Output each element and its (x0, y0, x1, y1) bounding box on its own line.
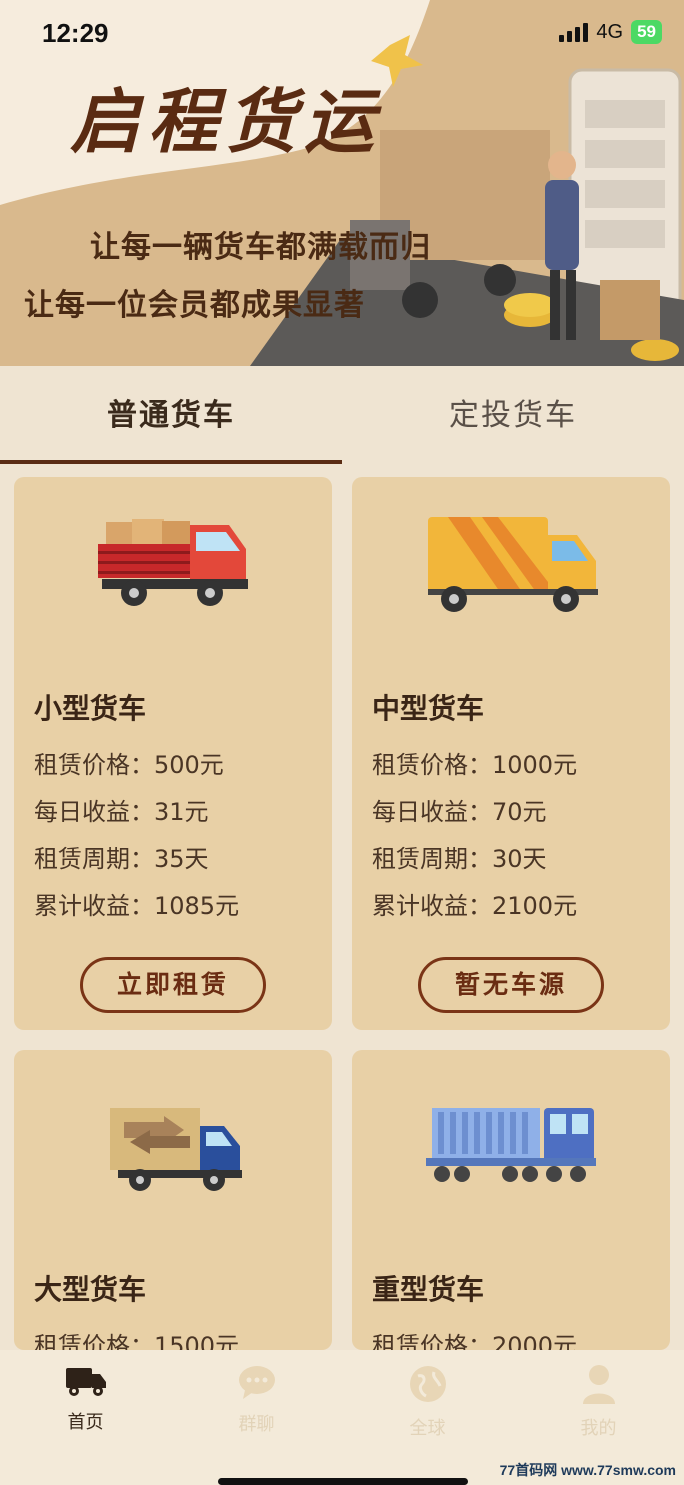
rental-period: 租赁周期：35天 (34, 845, 209, 873)
total-income: 累计收益：1085元 (34, 892, 240, 920)
tab-fixed-truck[interactable]: 定投货车 (342, 366, 684, 464)
truck-icon (65, 1368, 106, 1396)
card-title: 大型货车 (34, 1273, 147, 1306)
status-time: 12:29 (42, 18, 109, 48)
no-vehicle-button[interactable]: 暂无车源 (418, 957, 604, 1013)
battery-icon: 59 (631, 20, 662, 44)
nav-mine-label: 我的 (580, 1418, 617, 1439)
slogan-line-1: 让每一辆货车都满载而归 (90, 230, 431, 265)
daily-income: 每日收益：31元 (34, 798, 209, 826)
hero-banner: 12:29 4G 59 启程货运 让每一辆货车都满载而归 让每一位会员都成果显著 (0, 0, 684, 366)
truck-card-small: 小型货车 租赁价格：500元 每日收益：31元 租赁周期：35天 累计收益：10… (14, 477, 332, 1030)
total-income: 累计收益：2100元 (372, 892, 578, 920)
nav-group-chat-label: 群聊 (238, 1414, 275, 1435)
nav-home[interactable]: 首页 (0, 1360, 171, 1460)
rental-period: 租赁周期：30天 (372, 845, 547, 873)
user-icon (582, 1365, 615, 1404)
status-indicators: 4G 59 (559, 20, 662, 44)
brand-title: 启程货运 (70, 80, 382, 163)
truck-card-large: 大型货车 租赁价格：1500元 (14, 1050, 332, 1360)
watermark: 77首码网 www.77smw.com (499, 1462, 676, 1478)
rent-now-button[interactable]: 立即租赁 (80, 957, 266, 1013)
daily-income: 每日收益：70元 (372, 798, 547, 826)
medium-yellow-truck-icon (428, 517, 598, 612)
home-indicator (218, 1478, 468, 1485)
globe-icon (409, 1366, 446, 1402)
truck-card-medium: 中型货车 租赁价格：1000元 每日收益：70元 租赁周期：30天 累计收益：2… (352, 477, 670, 1030)
card-title: 重型货车 (372, 1273, 485, 1306)
nav-mine[interactable]: 我的 (513, 1360, 684, 1460)
card-title: 中型货车 (372, 692, 485, 725)
network-type: 4G (596, 20, 624, 43)
large-blue-truck-icon (110, 1108, 242, 1191)
slogan-line-2: 让每一位会员都成果显著 (24, 288, 365, 323)
nav-group-chat[interactable]: 群聊 (171, 1360, 342, 1460)
tab-normal-truck[interactable]: 普通货车 (0, 366, 342, 464)
nav-global[interactable]: 全球 (342, 1360, 513, 1460)
truck-card-heavy: 重型货车 租赁价格：2000元 (352, 1050, 670, 1360)
heavy-container-truck-icon (426, 1108, 596, 1182)
card-title: 小型货车 (34, 692, 147, 725)
rental-price: 租赁价格：500元 (34, 751, 224, 779)
small-red-truck-icon (98, 519, 248, 606)
active-tab-indicator (0, 460, 342, 464)
rental-price: 租赁价格：1000元 (372, 751, 578, 779)
category-tabs: 普通货车 定投货车 (0, 366, 684, 464)
chat-icon (238, 1366, 275, 1399)
nav-global-label: 全球 (409, 1418, 446, 1439)
nav-home-label: 首页 (67, 1412, 104, 1433)
signal-icon (559, 22, 589, 42)
